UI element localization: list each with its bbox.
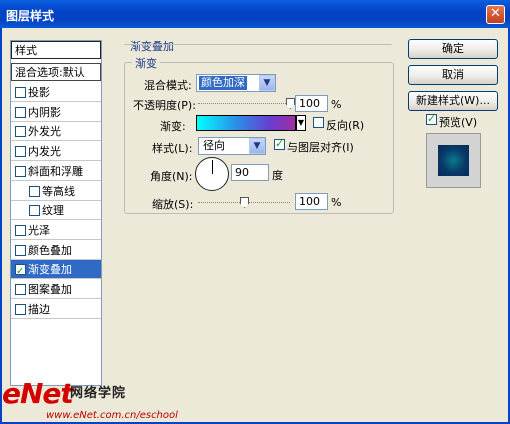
sidebar-item[interactable]: 外发光	[11, 122, 101, 142]
styles-list: 样式 混合选项:默认 投影内阴影外发光内发光斜面和浮雕等高线纹理光泽颜色叠加渐变…	[10, 40, 102, 386]
watermark-subtitle: 网络学院	[70, 386, 127, 401]
window-title: 图层样式	[6, 9, 55, 23]
sidebar-item-checkbox[interactable]	[15, 303, 26, 315]
angle-label: 角度(N):	[150, 170, 193, 183]
sidebar-item[interactable]: 颜色叠加	[11, 241, 101, 260]
sidebar-item-label: 外发光	[28, 125, 61, 139]
sidebar-item-label: 颜色叠加	[28, 243, 72, 257]
align-with-layer-label: 与图层对齐(I)	[287, 141, 354, 154]
ok-button[interactable]: 确定	[408, 39, 498, 59]
styles-header[interactable]: 样式	[11, 41, 101, 59]
style-label: 样式(L):	[152, 142, 193, 155]
group-title: 渐变	[132, 55, 160, 71]
blend-mode-value: 颜色加深	[199, 76, 247, 90]
blend-options-item[interactable]: 混合选项:默认	[11, 63, 101, 81]
sidebar-item-checkbox[interactable]	[15, 165, 26, 177]
sidebar-item[interactable]: 内发光	[11, 142, 101, 162]
sidebar-item-checkbox[interactable]	[15, 284, 26, 295]
sidebar-item-label: 光泽	[28, 223, 50, 237]
scale-input[interactable]: 100	[295, 193, 328, 210]
sidebar-item[interactable]: 等高线	[11, 182, 101, 201]
sidebar-item-checkbox[interactable]	[15, 126, 26, 138]
opacity-input[interactable]: 100	[295, 95, 328, 112]
reverse-label: 反向(R)	[326, 119, 365, 132]
sidebar-item-label: 等高线	[42, 184, 75, 198]
align-with-layer-checkbox[interactable]	[274, 137, 285, 150]
angle-dial[interactable]	[195, 157, 229, 191]
gradient-dropdown-icon[interactable]: ▼	[296, 115, 306, 131]
sidebar-item-label: 描边	[28, 302, 50, 316]
sidebar-item[interactable]: 光泽	[11, 221, 101, 240]
panel-title: 渐变叠加	[130, 40, 174, 53]
sidebar-item[interactable]: 斜面和浮雕	[11, 162, 101, 181]
watermark-url: www.eNet.com.cn/eschool	[46, 410, 178, 421]
sidebar-item[interactable]: 投影	[11, 83, 101, 102]
scale-unit: %	[331, 196, 342, 209]
new-style-button[interactable]: 新建样式(W)...	[408, 91, 498, 111]
sidebar-item-checkbox[interactable]	[15, 87, 26, 98]
sidebar-item[interactable]: 渐变叠加	[11, 260, 101, 281]
sidebar-item[interactable]: 纹理	[11, 201, 101, 221]
style-value: 径向	[203, 139, 225, 152]
sidebar-item-checkbox[interactable]	[15, 106, 26, 118]
angle-input[interactable]: 90	[231, 164, 269, 181]
sidebar-item-label: 斜面和浮雕	[28, 164, 83, 178]
sidebar-item-label: 渐变叠加	[28, 263, 72, 277]
sidebar-item-checkbox[interactable]	[15, 224, 26, 236]
style-preview	[426, 133, 481, 188]
reverse-checkbox[interactable]	[313, 117, 324, 128]
sidebar-item-label: 图案叠加	[28, 283, 72, 296]
sidebar-item-checkbox[interactable]	[15, 262, 26, 281]
sidebar-item-label: 内阴影	[28, 105, 61, 119]
opacity-slider[interactable]	[198, 103, 290, 106]
opacity-unit: %	[331, 98, 342, 111]
sidebar-item[interactable]: 内阴影	[11, 103, 101, 122]
sidebar-item[interactable]: 图案叠加	[11, 280, 101, 299]
sidebar-item-label: 纹理	[42, 204, 64, 218]
title-bar: 图层样式 ✕	[0, 0, 510, 28]
style-select[interactable]: 径向 ▼	[198, 137, 266, 155]
watermark-logo: eNet	[2, 377, 74, 410]
blend-mode-select[interactable]: 颜色加深 ▼	[196, 74, 276, 92]
sidebar-item-checkbox[interactable]	[15, 244, 26, 256]
gradient-picker[interactable]	[196, 115, 296, 131]
chevron-down-icon: ▼	[249, 138, 265, 154]
chevron-down-icon: ▼	[259, 75, 275, 91]
close-button[interactable]: ✕	[486, 5, 505, 24]
preview-label: 预览(V)	[439, 116, 478, 129]
opacity-label: 不透明度(P):	[133, 99, 196, 112]
sidebar-item-label: 投影	[28, 86, 50, 99]
sidebar-item-checkbox[interactable]	[29, 205, 40, 217]
cancel-button[interactable]: 取消	[408, 65, 498, 85]
blend-mode-label: 混合模式:	[144, 79, 192, 92]
angle-unit: 度	[272, 169, 283, 182]
gradient-label: 渐变:	[160, 120, 186, 133]
preview-swatch	[438, 145, 469, 176]
sidebar-item-checkbox[interactable]	[29, 185, 40, 197]
preview-checkbox[interactable]	[426, 112, 437, 125]
panel-divider	[124, 44, 392, 46]
sidebar-item[interactable]: 描边	[11, 300, 101, 319]
sidebar-item-label: 内发光	[28, 145, 61, 159]
scale-label: 缩放(S):	[152, 198, 194, 211]
sidebar-item-checkbox[interactable]	[15, 146, 26, 158]
